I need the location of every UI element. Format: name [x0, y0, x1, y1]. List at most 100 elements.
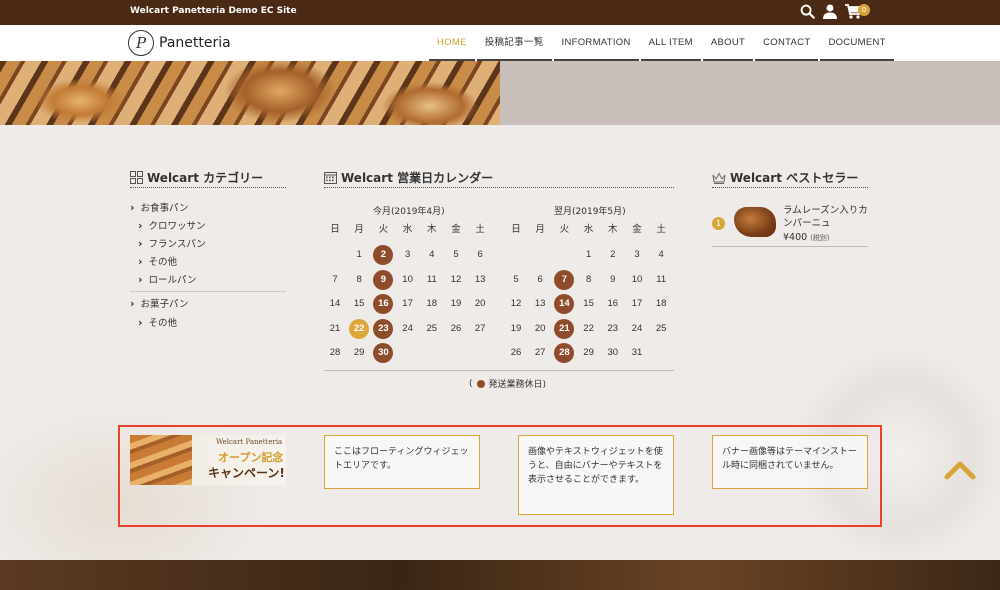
banner-line1: オープン記念: [218, 451, 284, 464]
product-thumbnail[interactable]: [734, 207, 776, 237]
campaign-banner[interactable]: Welcart Panetteria オープン記念 キャンペーン!!: [130, 435, 286, 485]
calendar-day: 20: [534, 322, 546, 334]
nav-posts[interactable]: 投稿記事一覧: [476, 25, 552, 61]
calendar-bottom-line: [324, 370, 674, 371]
calendar-day: 12: [510, 298, 522, 309]
bestseller-widget-title: Welcart ベストセラー: [712, 169, 858, 186]
nav-contact[interactable]: CONTACT: [755, 25, 819, 61]
calendar-weekday: 金: [451, 224, 461, 235]
user-icon[interactable]: [823, 4, 837, 19]
calendar-day: 10: [631, 273, 643, 285]
category-link[interactable]: その他: [138, 254, 178, 268]
text-widget: 画像やテキストウィジェットを使うと、自由にバナーやテキストを表示させることができ…: [518, 435, 674, 515]
category-link[interactable]: その他: [138, 315, 178, 329]
calendar-weekday: 土: [656, 224, 666, 235]
calendar-day: 6: [537, 273, 543, 285]
calendar-day: 22: [583, 322, 594, 334]
calendar-day: 6: [477, 249, 483, 260]
holiday-dot-icon: [476, 379, 485, 388]
nav-all-item[interactable]: ALL ITEM: [640, 25, 701, 61]
site-logo[interactable]: P Panetteria: [128, 30, 231, 56]
crown-icon: [712, 171, 726, 184]
logo-mark: P: [128, 30, 154, 56]
calendar-day: 17: [402, 298, 413, 309]
hero-image: [0, 61, 500, 125]
calendar-day: 26: [510, 347, 522, 358]
category-link[interactable]: お食事パン: [130, 200, 189, 214]
logo-text: Panetteria: [159, 35, 231, 51]
product-name-link[interactable]: ラムレーズン入りカンパーニュ: [783, 204, 869, 230]
calendar-day: 20: [474, 298, 486, 309]
chevron-up-icon: [944, 461, 976, 480]
product-price: ¥400 (税別): [783, 232, 830, 243]
category-link[interactable]: クロワッサン: [138, 218, 206, 232]
calendar-day: 15: [353, 298, 365, 309]
calendar-weekday: 土: [475, 224, 485, 235]
calendar-day: 9: [373, 269, 394, 290]
category-link[interactable]: フランスパン: [138, 236, 206, 250]
divider: [130, 291, 286, 292]
calendar-weekday: 木: [427, 224, 437, 235]
calendar-day: 18: [426, 298, 438, 309]
calendar-weekday: 火: [378, 224, 389, 235]
rank-badge: 1: [712, 217, 725, 230]
calendar-day: 23: [373, 318, 394, 339]
calendar-day: 25: [426, 322, 438, 334]
back-to-top-button[interactable]: [944, 458, 976, 484]
nav-home[interactable]: HOME: [429, 25, 475, 61]
calendar-day: 27: [534, 347, 546, 358]
search-icon[interactable]: [800, 4, 815, 19]
legend-text: 発送業務休日): [488, 380, 547, 390]
calendar-month-label: 今月(2019年4月): [373, 207, 445, 217]
bestseller-title-text: Welcart ベストセラー: [730, 171, 859, 185]
cart-count-badge: 0: [858, 4, 870, 16]
calendar-weekday: 水: [583, 224, 594, 235]
nav-information[interactable]: INFORMATION: [553, 25, 639, 61]
nav-about[interactable]: ABOUT: [702, 25, 754, 61]
calendar-weekday: 金: [632, 224, 642, 235]
category-link[interactable]: ロールパン: [138, 272, 197, 286]
calendar-day: 18: [655, 298, 667, 309]
calendar-weekday: 木: [608, 224, 618, 235]
calendar-day: 4: [429, 249, 435, 260]
hero-banner: [0, 61, 1000, 125]
calendar-weekday: 日: [511, 224, 521, 235]
cart-button[interactable]: 0: [845, 4, 870, 19]
calendar-day: 5: [453, 249, 459, 260]
calendar-day: 8: [585, 273, 592, 285]
calendar-weekday: 月: [535, 224, 545, 235]
calendar-day: 31: [631, 347, 643, 358]
calendar-weekday: 火: [559, 224, 570, 235]
calendar-day: 21: [329, 322, 341, 334]
calendar-day: 3: [404, 249, 411, 260]
calendar-day: 7: [554, 269, 575, 290]
calendar-day: 19: [450, 298, 462, 309]
calendar-day: 13: [534, 298, 546, 309]
calendar-day: 14: [329, 298, 341, 309]
calendar-day: 12: [450, 273, 462, 285]
calendar-day: 1: [585, 249, 592, 260]
calendar-day: 1: [356, 249, 362, 260]
legend-paren: (: [469, 378, 473, 389]
text-widget: バナー画像等はテーマインストール時に同梱されていません。: [712, 435, 868, 489]
category-link[interactable]: お菓子パン: [130, 296, 189, 310]
calendar-icon: [324, 172, 337, 184]
calendar-day: 28: [329, 347, 341, 358]
calendar-day: 23: [607, 322, 619, 334]
category-title-text: Welcart カテゴリー: [147, 171, 264, 185]
main-header: P Panetteria HOME 投稿記事一覧 INFORMATION ALL…: [0, 25, 1000, 61]
calendar-day: 8: [356, 273, 362, 285]
calendar-widget-title: Welcart 営業日カレンダー: [324, 169, 493, 186]
calendar-day: 11: [426, 273, 437, 285]
calendar-day: 22: [349, 318, 370, 339]
price-tax-note: (税別): [810, 234, 830, 242]
calendar-weekday: 水: [402, 224, 413, 235]
calendar-day: 19: [510, 322, 522, 334]
calendar-day: 24: [402, 322, 413, 334]
calendar-legend: ( 発送業務休日): [469, 377, 547, 391]
calendar-day: 5: [513, 273, 519, 285]
nav-document[interactable]: DOCUMENT: [820, 25, 894, 61]
banner-subtitle: Welcart Panetteria: [216, 438, 283, 446]
calendar-day: 11: [656, 273, 667, 285]
divider: [712, 246, 868, 247]
